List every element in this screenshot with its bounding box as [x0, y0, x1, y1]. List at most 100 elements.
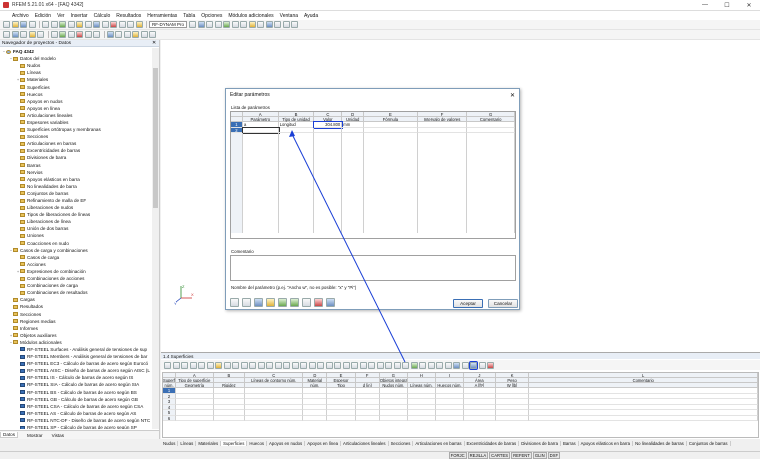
row-number[interactable]: 6: [163, 415, 177, 421]
tree-item[interactable]: Espesores variables: [0, 119, 152, 126]
tree-item[interactable]: RF-STEEL AS - Cálculo de barras de acero…: [0, 410, 152, 417]
tree-item[interactable]: − Módulos adicionales: [0, 339, 152, 346]
tree-item[interactable]: Secciones: [0, 310, 152, 317]
tb-icon-15[interactable]: [283, 361, 290, 369]
cancel-button[interactable]: Cancelar: [488, 299, 518, 308]
tree-item[interactable]: Apoyos en línea: [0, 105, 152, 112]
tree-item[interactable]: Combinaciones de carga: [0, 282, 152, 289]
tree-item[interactable]: − Casos de carga y combinaciones: [0, 247, 152, 254]
node-icon[interactable]: [3, 31, 10, 38]
perspective-icon[interactable]: [257, 21, 265, 28]
tb-icon-25[interactable]: [368, 361, 375, 369]
line-icon[interactable]: [11, 31, 19, 38]
tree-item[interactable]: Nervios: [0, 169, 152, 176]
tb-icon-9[interactable]: [232, 361, 239, 369]
table-tab[interactable]: No linealidades de barras: [633, 440, 687, 446]
tree-item[interactable]: RF-STEEL GB - Cálculo de barras de acero…: [0, 396, 152, 403]
navigator-close-icon[interactable]: ✕: [152, 41, 156, 46]
table-cell[interactable]: [327, 415, 356, 421]
zview-icon[interactable]: [291, 21, 299, 28]
table-cell[interactable]: [407, 415, 436, 421]
tree-item[interactable]: + Objetos auxiliares: [0, 332, 152, 339]
light-icon[interactable]: [248, 21, 256, 28]
table-cell[interactable]: [435, 415, 464, 421]
table-icon[interactable]: [118, 21, 126, 28]
tree-item[interactable]: Superficies: [0, 83, 152, 90]
tree-item[interactable]: Divisiones de barra: [0, 154, 152, 161]
navigator-tree[interactable]: − FAQ 4342− Datos del modelo Nudos Líneas + Ma…: [0, 48, 152, 429]
tree-item[interactable]: RF-STEEL CSA - Cálculo de barras de acer…: [0, 403, 152, 410]
status-glin[interactable]: GLIN: [532, 452, 547, 459]
guide-icon[interactable]: [123, 31, 131, 38]
close-button[interactable]: ✕: [738, 2, 760, 9]
table-tab[interactable]: Huecos: [247, 440, 267, 446]
xview-icon[interactable]: [274, 21, 282, 28]
tree-item[interactable]: No linealidades de barra: [0, 183, 152, 190]
tb-icon-31[interactable]: [419, 361, 426, 369]
table-cell[interactable]: [463, 415, 496, 421]
load-icon[interactable]: [59, 31, 66, 38]
clip-icon[interactable]: [140, 31, 148, 38]
menu-resultados[interactable]: Resultados: [116, 13, 141, 19]
tree-item[interactable]: Liberaciones de línea: [0, 218, 152, 225]
tb-icon-3[interactable]: [181, 361, 188, 369]
tree-item[interactable]: RF-STEEL Surfaces - Análisis general de …: [0, 346, 152, 353]
table-tab[interactable]: Articulaciones lineales: [341, 440, 389, 446]
member-icon[interactable]: [20, 31, 27, 38]
tb-icon-21[interactable]: [334, 361, 341, 369]
tree-item[interactable]: Huecos: [0, 91, 152, 98]
info-icon[interactable]: [149, 31, 156, 38]
table-tab[interactable]: Secciones: [389, 440, 414, 446]
tb-icon-12[interactable]: [257, 361, 265, 369]
maximize-button[interactable]: ☐: [716, 2, 738, 9]
tree-item[interactable]: Barras: [0, 162, 152, 169]
comment-icon[interactable]: [93, 31, 100, 38]
tb-icon-29[interactable]: [402, 361, 409, 369]
tree-item[interactable]: − FAQ 4342: [0, 48, 152, 55]
tree-item[interactable]: Excentricidades de barras: [0, 147, 152, 154]
export-icon[interactable]: [290, 298, 299, 307]
dialog-close-icon[interactable]: ✕: [510, 92, 515, 99]
tree-item[interactable]: Regiones medias: [0, 318, 152, 325]
tree-item[interactable]: + Expresiones de combinación: [0, 268, 152, 275]
open-icon[interactable]: [11, 21, 19, 28]
tree-item[interactable]: Combinaciones de resultados: [0, 289, 152, 296]
render-icon[interactable]: [93, 21, 100, 28]
tb-icon-19[interactable]: [317, 361, 324, 369]
menu-calculo[interactable]: Cálculo: [94, 13, 111, 19]
tb-icon-5[interactable]: [198, 361, 205, 369]
tree-item[interactable]: Secciones: [0, 133, 152, 140]
yview-icon[interactable]: [282, 21, 290, 28]
table-cell[interactable]: [176, 415, 214, 421]
tb-icon-6[interactable]: [206, 361, 214, 369]
mirror-icon[interactable]: [214, 21, 222, 28]
tree-item[interactable]: Apoyos elásticos en barra: [0, 176, 152, 183]
tree-item[interactable]: Tipos de liberaciones de líneas: [0, 211, 152, 218]
zoom-icon[interactable]: [76, 21, 83, 28]
arrow-icon[interactable]: [189, 21, 197, 28]
tree-item[interactable]: Resultados: [0, 303, 152, 310]
menu-ventana[interactable]: Ventana: [280, 13, 298, 19]
edit-icon[interactable]: [242, 298, 251, 307]
results-icon[interactable]: [67, 21, 75, 28]
tree-item[interactable]: RF-STEEL SIA - Cálculo de barras de acer…: [0, 381, 152, 388]
table-cell[interactable]: [303, 415, 328, 421]
tb-icon-17[interactable]: [300, 361, 307, 369]
table-cell[interactable]: [213, 415, 246, 421]
tb-icon-27[interactable]: [385, 361, 392, 369]
save-icon[interactable]: [254, 298, 263, 307]
new-icon[interactable]: [3, 21, 10, 28]
tb-icon-38[interactable]: [478, 361, 486, 369]
table-tab[interactable]: Excentricidades de barras: [465, 440, 520, 446]
table-tab[interactable]: Barras: [561, 440, 579, 446]
tree-item[interactable]: RF-STEEL BS - Cálculo de barras de acero…: [0, 389, 152, 396]
tree-item[interactable]: Liberaciones de nudos: [0, 204, 152, 211]
select-icon[interactable]: [106, 31, 114, 38]
tree-item[interactable]: Informes: [0, 325, 152, 332]
iso-icon[interactable]: [265, 21, 273, 28]
table-tab[interactable]: Divisiones de barra: [519, 440, 561, 446]
tb-icon-14[interactable]: [274, 361, 282, 369]
tree-item[interactable]: Combinaciones de acciones: [0, 275, 152, 282]
tb-icon-32[interactable]: [427, 361, 435, 369]
tb-icon-26[interactable]: [376, 361, 384, 369]
